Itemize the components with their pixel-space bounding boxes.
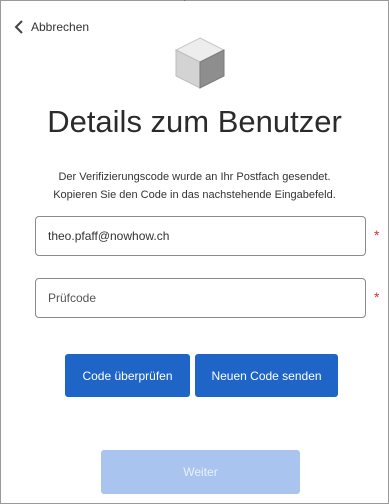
resend-code-button[interactable]: Neuen Code senden [195,354,338,397]
cube-icon [174,37,226,89]
code-required-mark: * [374,289,380,305]
cancel-link[interactable]: Abbrechen [14,18,89,36]
page-title: Details zum Benutzer [47,104,342,139]
chevron-left-icon [14,20,23,34]
description-line-2: Kopieren Sie den Code in das nachstehend… [53,189,336,201]
top-glyph: ˇ [183,0,186,8]
cancel-label: Abbrechen [31,20,90,34]
verification-code-field[interactable] [35,278,366,318]
email-required-mark: * [374,227,380,243]
email-field[interactable] [35,216,366,256]
description-line-1: Der Verifizierungscode wurde an Ihr Post… [58,171,331,183]
next-button[interactable]: Weiter [101,450,300,494]
description: Der Verifizierungscode wurde an Ihr Post… [0,168,389,204]
verify-code-button[interactable]: Code überprüfen [65,354,190,397]
